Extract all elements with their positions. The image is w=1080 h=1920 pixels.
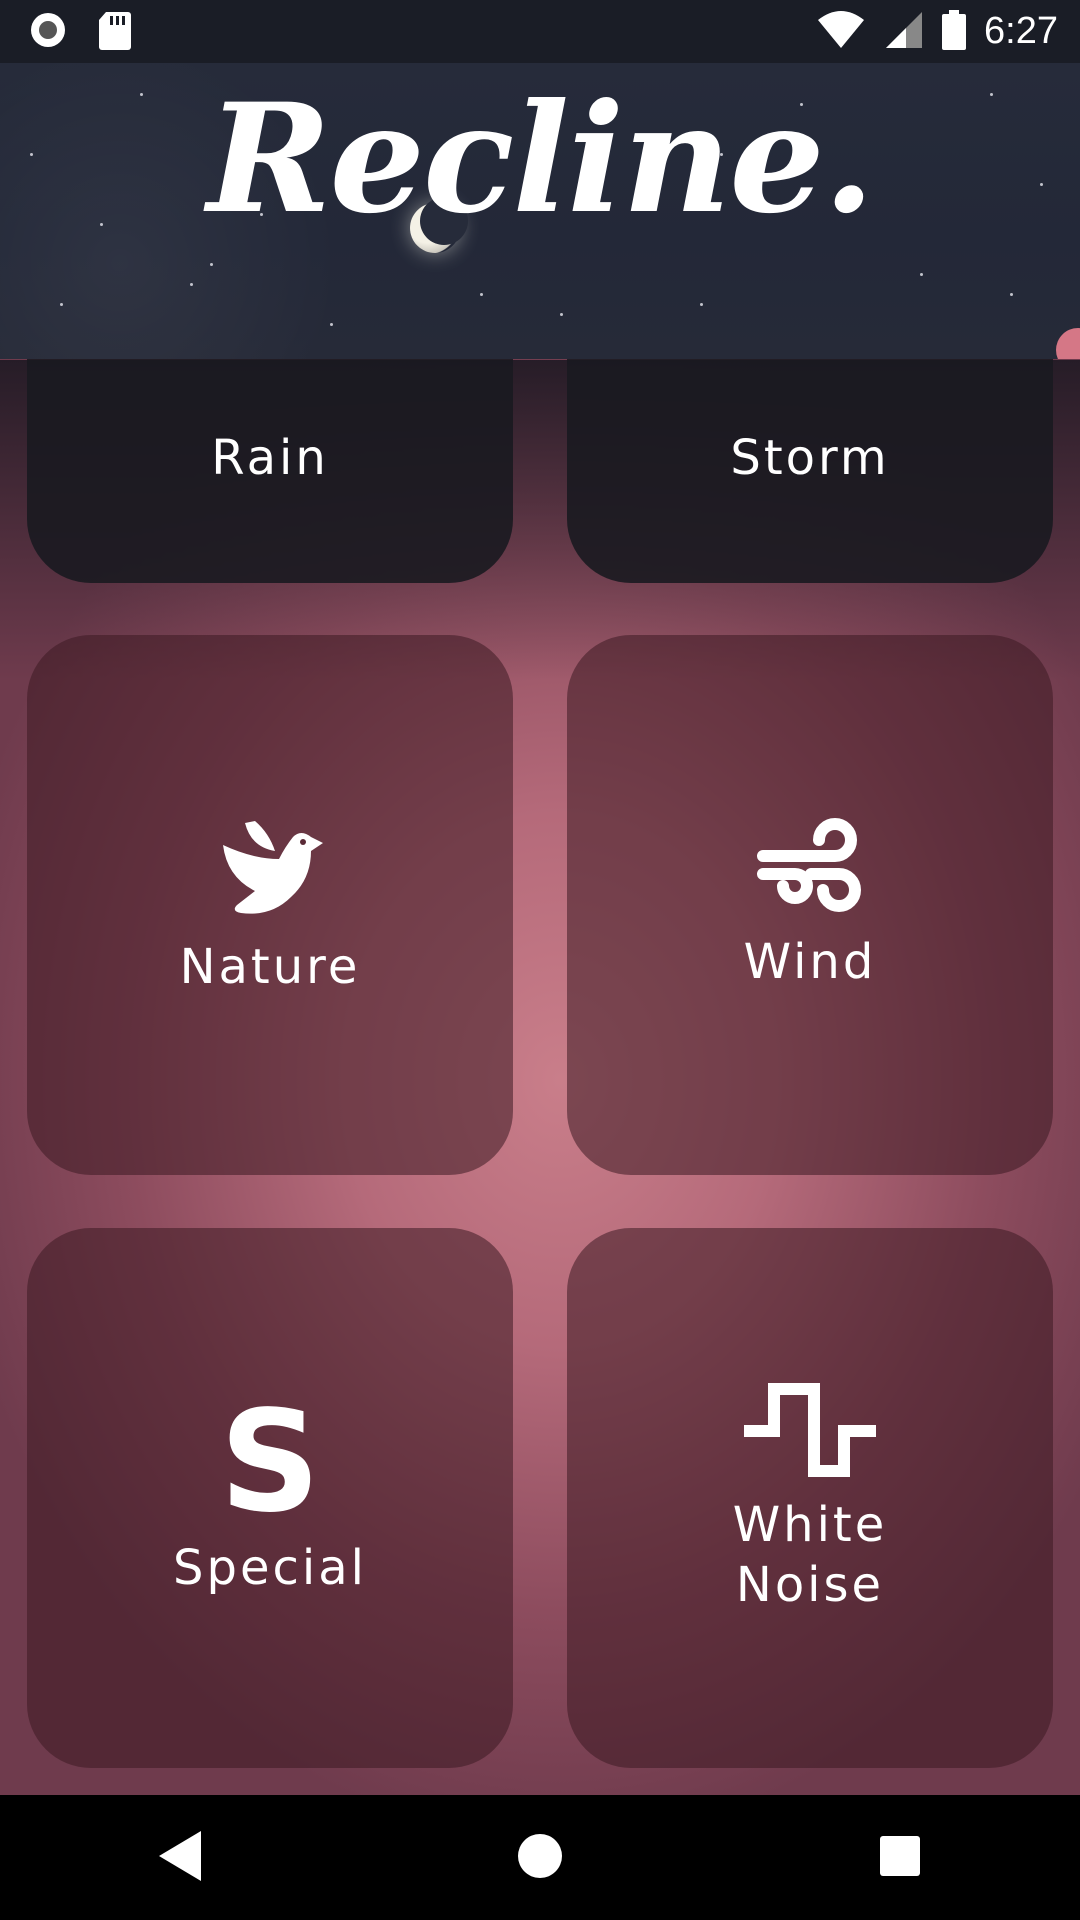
tile-label: Wind	[743, 934, 877, 990]
sd-card-icon	[98, 10, 132, 54]
star	[920, 273, 923, 276]
dove-icon	[215, 813, 325, 927]
wifi-icon	[816, 10, 866, 54]
star	[700, 303, 703, 306]
record-icon	[28, 10, 68, 54]
app-header: Recline.	[0, 63, 1080, 359]
square-wave-icon	[740, 1381, 880, 1485]
status-bar: 6:27	[0, 0, 1080, 63]
tile-label: Special	[173, 1540, 367, 1596]
app-logo: Recline.	[206, 71, 875, 247]
tile-white-noise[interactable]: White Noise	[567, 1228, 1053, 1768]
signal-icon	[884, 10, 924, 54]
star	[210, 263, 213, 266]
back-icon	[155, 1829, 205, 1887]
star	[330, 323, 333, 326]
star	[560, 313, 563, 316]
tile-special[interactable]: S Special	[27, 1228, 513, 1768]
tile-label: Nature	[179, 939, 361, 995]
system-nav-bar	[0, 1795, 1080, 1920]
home-icon	[517, 1833, 563, 1883]
star	[190, 283, 193, 286]
planet-edge-decoration	[1056, 328, 1080, 359]
battery-icon	[942, 9, 967, 54]
recents-button[interactable]	[840, 1818, 960, 1898]
star	[480, 293, 483, 296]
recents-icon	[879, 1835, 921, 1881]
star	[60, 303, 63, 306]
tile-label: White Noise	[732, 1497, 888, 1613]
tile-label: Rain	[211, 430, 329, 486]
tile-label: Storm	[730, 430, 890, 486]
wind-icon	[755, 818, 865, 922]
tile-nature[interactable]: Nature	[27, 635, 513, 1175]
tile-wind[interactable]: Wind	[567, 635, 1053, 1175]
special-s-icon: S	[219, 1381, 321, 1544]
status-time: 6:27	[984, 10, 1058, 52]
home-button[interactable]	[480, 1818, 600, 1898]
star	[1010, 293, 1013, 296]
back-button[interactable]	[120, 1818, 240, 1898]
